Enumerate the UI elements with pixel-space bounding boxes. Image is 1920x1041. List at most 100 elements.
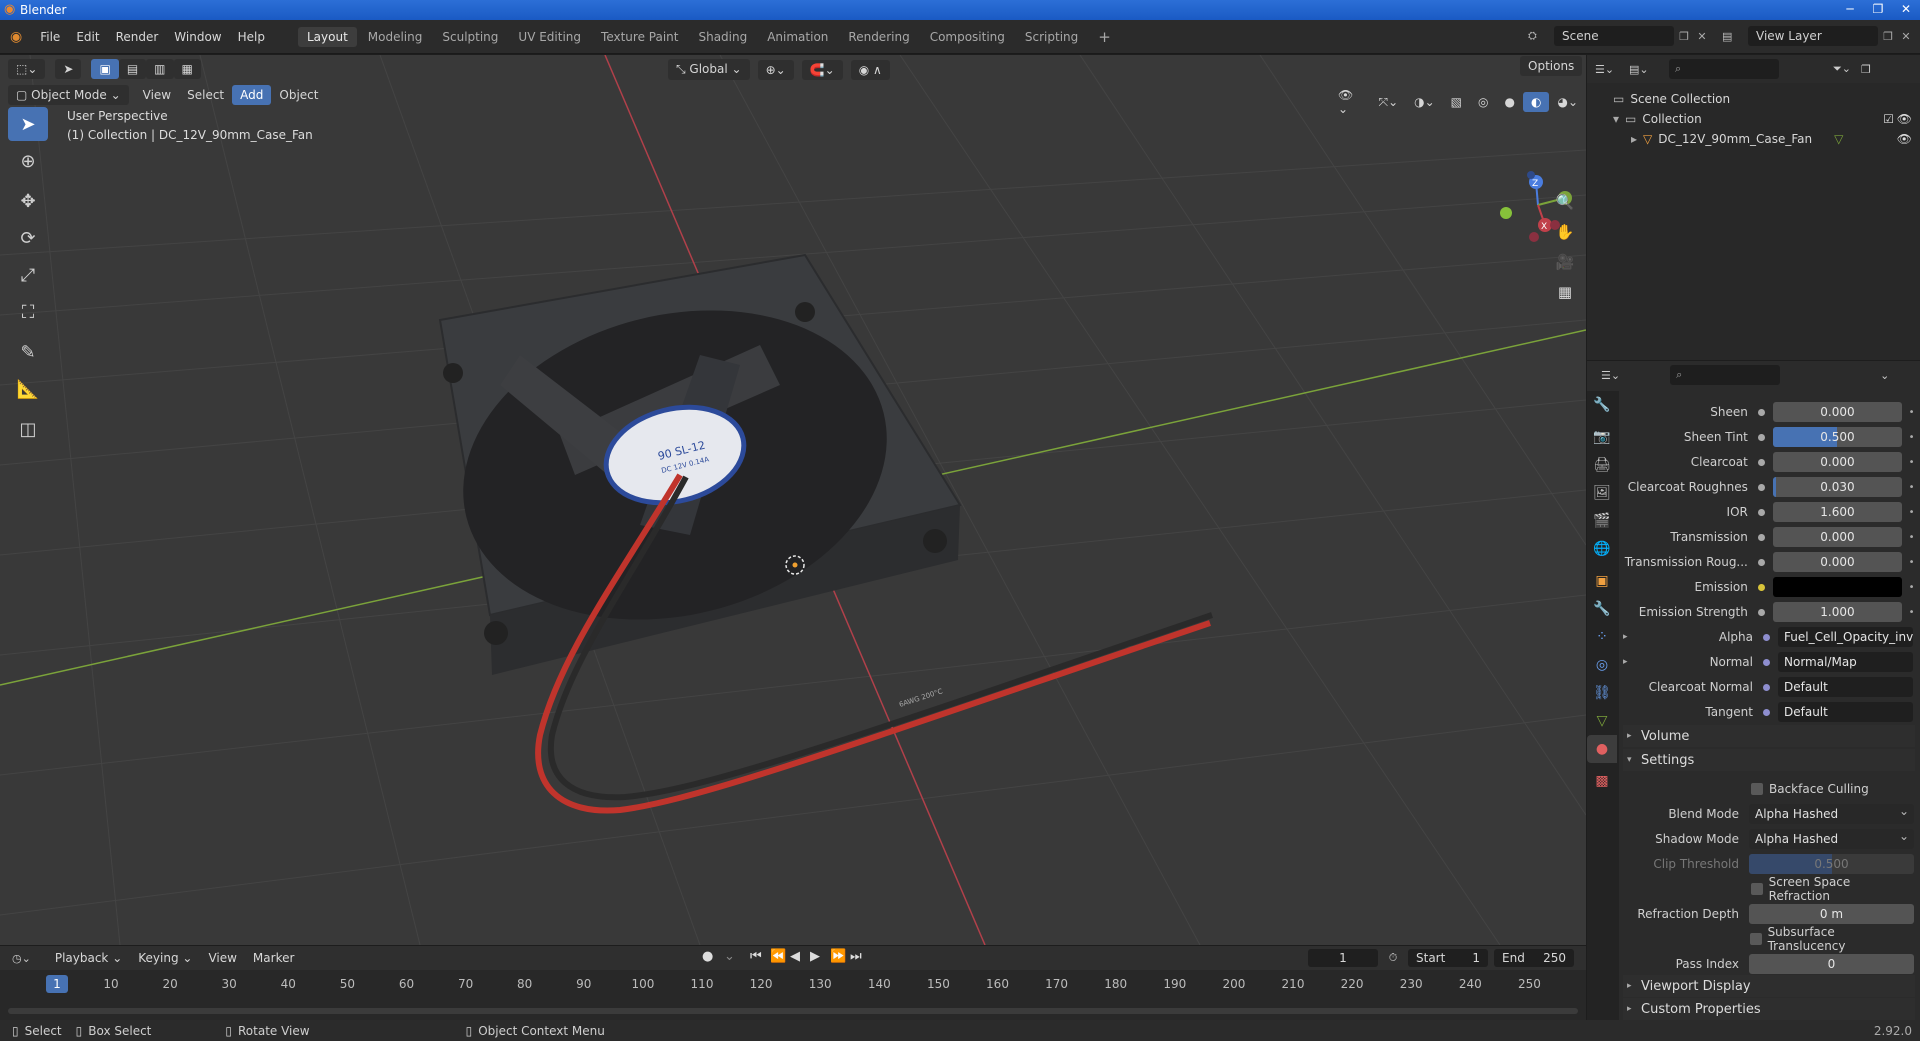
shading-wireframe-icon[interactable]: ◎ — [1470, 92, 1496, 112]
modifier-tab-icon[interactable]: 🔧 — [1587, 595, 1617, 623]
constraints-tab-icon[interactable]: ⛓ — [1587, 679, 1617, 707]
keyframe-icon[interactable]: • — [1908, 457, 1915, 468]
restore-icon[interactable]: ❐ — [1864, 0, 1892, 18]
clearcoat-normal-field[interactable]: Default — [1778, 677, 1913, 697]
ortho-toggle-icon[interactable]: ▦ — [1552, 283, 1578, 313]
clearcoat-field[interactable]: 0.000 — [1772, 452, 1903, 472]
keyframe-icon[interactable]: • — [1908, 407, 1915, 418]
menu-render[interactable]: Render — [108, 30, 167, 44]
socket-icon[interactable] — [1757, 408, 1765, 416]
add-workspace-button[interactable]: + — [1089, 25, 1120, 49]
play-icon[interactable]: ▶ — [810, 949, 830, 964]
annotate-tool-icon[interactable]: ✎ — [8, 335, 48, 369]
socket-icon[interactable] — [1757, 533, 1765, 541]
move-tool-icon[interactable]: ✥ — [8, 184, 48, 218]
pan-hand-icon[interactable]: ✋ — [1552, 223, 1578, 253]
options-dropdown[interactable]: Options — [1520, 56, 1583, 76]
keyframe-icon[interactable]: • — [1908, 582, 1915, 593]
xray-icon[interactable]: ▧ — [1443, 92, 1470, 112]
filter-icon[interactable]: ⏷⌄ — [1833, 62, 1851, 76]
section-settings[interactable]: ▾ Settings — [1623, 749, 1915, 771]
blender-menu-icon[interactable]: ◉ — [10, 29, 22, 45]
socket-icon[interactable] — [1757, 558, 1765, 566]
select-mode-subtract-icon[interactable]: ▥ — [146, 59, 174, 79]
preview-range-icon[interactable]: ⏱ — [1378, 951, 1408, 965]
keyframe-icon[interactable]: • — [1908, 607, 1915, 618]
tab-rendering[interactable]: Rendering — [839, 27, 918, 47]
shadow-mode-dropdown[interactable]: Alpha Hashed — [1749, 826, 1914, 849]
ior-field[interactable]: 1.600 — [1772, 502, 1903, 522]
menu-edit[interactable]: Edit — [68, 30, 107, 44]
properties-options-icon[interactable]: ⌄ — [1880, 369, 1889, 382]
tab-compositing[interactable]: Compositing — [921, 27, 1014, 47]
pass-index-field[interactable]: 0 — [1749, 954, 1914, 974]
emission-color-field[interactable] — [1772, 577, 1903, 597]
scene-name-field[interactable]: Scene — [1554, 26, 1674, 46]
new-collection-icon[interactable]: ❐ — [1861, 63, 1871, 76]
mesh-data-icon[interactable]: ▽ — [1834, 132, 1843, 146]
close-icon[interactable]: ✕ — [1892, 0, 1920, 18]
menu-playback[interactable]: Playback ⌄ — [47, 951, 130, 965]
object-visibility-icon[interactable]: 👁 — [1897, 132, 1912, 146]
outliner-object-row[interactable]: ▸ ▽ DC_12V_90mm_Case_Fan ▽ 👁 — [1587, 129, 1920, 149]
menu-object[interactable]: Object — [271, 85, 326, 105]
scene-icon[interactable]: ⛭ — [1528, 29, 1554, 43]
timeline-scrollbar[interactable] — [8, 1008, 1578, 1014]
shading-rendered-icon[interactable]: ◕⌄ — [1549, 92, 1586, 112]
gizmo-toggle-icon[interactable]: ⤧⌄ — [1370, 92, 1406, 113]
mode-dropdown[interactable]: ▢ Object Mode ⌄ — [8, 85, 129, 105]
transmission-field[interactable]: 0.000 — [1772, 527, 1903, 547]
select-mode-invert-icon[interactable]: ▦ — [173, 59, 201, 79]
cursor-tool-icon[interactable]: ⊕ — [8, 144, 48, 178]
snap-icon[interactable]: 🧲⌄ — [801, 59, 843, 80]
menu-select[interactable]: Select — [179, 85, 232, 105]
physics-tab-icon[interactable]: ◎ — [1587, 651, 1617, 679]
clearcoat-roughness-field[interactable]: 0.030 — [1772, 477, 1903, 497]
collection-visibility-icon[interactable]: 👁 — [1897, 112, 1912, 126]
socket-icon[interactable] — [1763, 633, 1770, 641]
section-volume[interactable]: ▸ Volume — [1623, 725, 1915, 747]
view-layer-name-field[interactable]: View Layer — [1748, 26, 1878, 46]
socket-icon[interactable] — [1757, 583, 1765, 591]
backface-culling-checkbox[interactable] — [1751, 783, 1763, 795]
end-frame-field[interactable]: End 250 — [1494, 949, 1574, 967]
select-mode-extend-icon[interactable]: ▤ — [118, 59, 147, 79]
view-layer-icon[interactable]: ▤ — [1722, 30, 1748, 43]
select-box-tool-icon[interactable]: ➤ — [8, 107, 48, 141]
active-tool-icon[interactable]: ➤ — [55, 59, 82, 79]
playhead[interactable]: 1 — [46, 975, 68, 993]
tab-modeling[interactable]: Modeling — [359, 27, 432, 47]
socket-icon[interactable] — [1757, 483, 1765, 491]
new-scene-icon[interactable]: ❐ — [1674, 30, 1694, 43]
section-viewport-display[interactable]: ▸ Viewport Display — [1623, 975, 1915, 997]
shading-solid-icon[interactable]: ● — [1497, 92, 1523, 112]
section-custom-properties[interactable]: ▸ Custom Properties — [1623, 998, 1915, 1020]
current-frame-field[interactable]: 1 — [1308, 949, 1378, 967]
remove-scene-icon[interactable]: ✕ — [1694, 30, 1710, 43]
blend-mode-dropdown[interactable]: Alpha Hashed — [1749, 801, 1914, 824]
alpha-link-field[interactable]: Fuel_Cell_Opacity_invert... — [1778, 627, 1913, 647]
texture-tab-icon[interactable]: ▩ — [1587, 767, 1617, 795]
keyframe-icon[interactable]: • — [1908, 432, 1915, 443]
camera-view-icon[interactable]: 🎥 — [1552, 253, 1578, 283]
view-layer-tab-icon[interactable]: 🖼 — [1587, 479, 1617, 507]
outliner-collection[interactable]: ▾ ▭ Collection ☑ 👁 — [1587, 109, 1920, 129]
socket-icon[interactable] — [1763, 708, 1770, 716]
tab-scripting[interactable]: Scripting — [1016, 27, 1087, 47]
expand-alpha-icon[interactable]: ▸ — [1623, 632, 1637, 642]
particles-tab-icon[interactable]: ⁘ — [1587, 623, 1617, 651]
auto-key-options-icon[interactable]: ⌄ — [724, 949, 750, 964]
emission-strength-field[interactable]: 1.000 — [1772, 602, 1903, 622]
tab-sculpting[interactable]: Sculpting — [433, 27, 507, 47]
outliner-editor-type-icon[interactable]: ☰⌄ — [1595, 63, 1629, 76]
socket-icon[interactable] — [1757, 458, 1765, 466]
menu-file[interactable]: File — [32, 30, 68, 44]
select-mode-new-icon[interactable]: ▣ — [91, 59, 119, 79]
new-view-layer-icon[interactable]: ❐ — [1878, 30, 1898, 43]
menu-window[interactable]: Window — [166, 30, 229, 44]
expand-normal-icon[interactable]: ▸ — [1623, 657, 1637, 667]
visibility-icon[interactable]: 👁⌄ — [1330, 85, 1370, 119]
start-frame-field[interactable]: Start 1 — [1408, 949, 1488, 967]
proportional-editing-icon[interactable]: ◉ ∧ — [850, 59, 890, 80]
timeline-editor-type-icon[interactable]: ◷⌄ — [12, 952, 31, 965]
